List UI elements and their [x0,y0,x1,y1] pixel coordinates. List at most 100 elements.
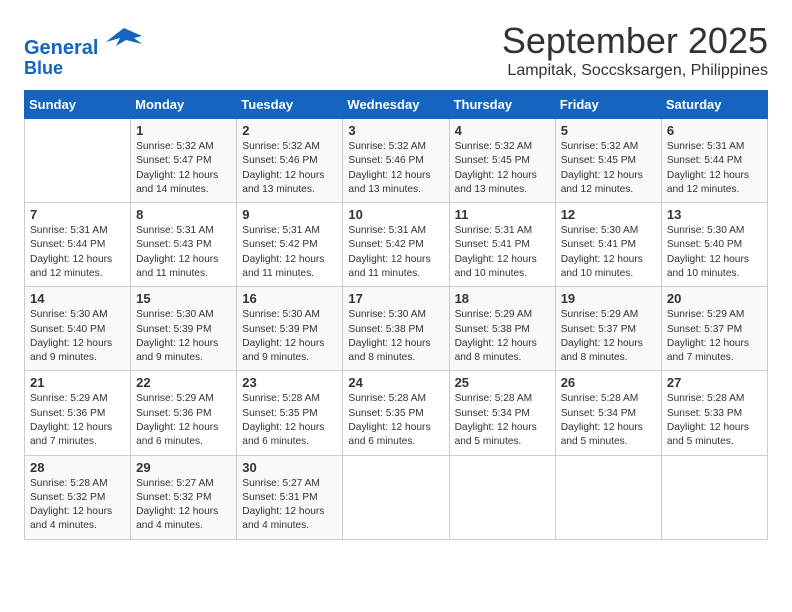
calendar-week-row: 14 Sunrise: 5:30 AMSunset: 5:40 PMDayligh… [25,287,768,371]
cell-details: Sunrise: 5:31 AMSunset: 5:43 PMDaylight:… [136,225,218,279]
calendar-cell: 12 Sunrise: 5:30 AMSunset: 5:41 PMDayligh… [555,203,661,287]
cell-details: Sunrise: 5:28 AMSunset: 5:32 PMDaylight:… [30,478,112,532]
day-number: 7 [30,207,125,222]
calendar-cell: 7 Sunrise: 5:31 AMSunset: 5:44 PMDaylight… [25,203,131,287]
weekday-header: Sunday [25,91,131,119]
day-number: 15 [136,291,231,306]
calendar-cell: 21 Sunrise: 5:29 AMSunset: 5:36 PMDayligh… [25,371,131,455]
day-number: 18 [455,291,550,306]
day-number: 8 [136,207,231,222]
calendar-cell: 15Sunrise: 5:30 AMSunset: 5:39 PMDayligh… [131,287,237,371]
day-number: 3 [348,123,443,138]
calendar-cell: 26Sunrise: 5:28 AMSunset: 5:34 PMDayligh… [555,371,661,455]
calendar-cell [25,119,131,203]
day-number: 13 [667,207,762,222]
calendar-cell: 22 Sunrise: 5:29 AMSunset: 5:36 PMDayligh… [131,371,237,455]
calendar-week-row: 1 Sunrise: 5:32 AMSunset: 5:47 PMDaylight… [25,119,768,203]
logo-blue-text: Blue [24,59,142,79]
cell-details: Sunrise: 5:31 AMSunset: 5:42 PMDaylight:… [348,225,430,279]
cell-details: Sunrise: 5:31 AMSunset: 5:44 PMDaylight:… [667,141,749,195]
weekday-header: Thursday [449,91,555,119]
weekday-header: Saturday [661,91,767,119]
calendar-cell: 5Sunrise: 5:32 AMSunset: 5:45 PMDaylight… [555,119,661,203]
calendar-cell: 1 Sunrise: 5:32 AMSunset: 5:47 PMDaylight… [131,119,237,203]
calendar-cell: 16 Sunrise: 5:30 AMSunset: 5:39 PMDayligh… [237,287,343,371]
cell-details: Sunrise: 5:30 AMSunset: 5:38 PMDaylight:… [348,309,430,363]
cell-details: Sunrise: 5:27 AMSunset: 5:31 PMDaylight:… [242,478,324,532]
day-number: 14 [30,291,125,306]
cell-details: Sunrise: 5:31 AMSunset: 5:42 PMDaylight:… [242,225,324,279]
cell-details: Sunrise: 5:29 AMSunset: 5:36 PMDaylight:… [30,393,112,447]
calendar-cell: 11Sunrise: 5:31 AMSunset: 5:41 PMDayligh… [449,203,555,287]
day-number: 20 [667,291,762,306]
cell-details: Sunrise: 5:30 AMSunset: 5:41 PMDaylight:… [561,225,643,279]
cell-details: Sunrise: 5:28 AMSunset: 5:35 PMDaylight:… [242,393,324,447]
calendar-week-row: 7 Sunrise: 5:31 AMSunset: 5:44 PMDaylight… [25,203,768,287]
logo-text: General [24,24,142,59]
day-number: 11 [455,207,550,222]
calendar-cell: 8 Sunrise: 5:31 AMSunset: 5:43 PMDaylight… [131,203,237,287]
cell-details: Sunrise: 5:28 AMSunset: 5:35 PMDaylight:… [348,393,430,447]
cell-details: Sunrise: 5:30 AMSunset: 5:39 PMDaylight:… [242,309,324,363]
cell-details: Sunrise: 5:32 AMSunset: 5:46 PMDaylight:… [348,141,430,195]
calendar-cell: 20 Sunrise: 5:29 AMSunset: 5:37 PMDayligh… [661,287,767,371]
calendar-cell [661,455,767,539]
day-number: 24 [348,375,443,390]
calendar-header: SundayMondayTuesdayWednesdayThursdayFrid… [25,91,768,119]
cell-details: Sunrise: 5:29 AMSunset: 5:36 PMDaylight:… [136,393,218,447]
calendar-cell: 28 Sunrise: 5:28 AMSunset: 5:32 PMDayligh… [25,455,131,539]
day-number: 22 [136,375,231,390]
day-number: 23 [242,375,337,390]
day-number: 10 [348,207,443,222]
day-number: 29 [136,460,231,475]
cell-details: Sunrise: 5:30 AMSunset: 5:40 PMDaylight:… [667,225,749,279]
logo: General Blue [24,24,142,79]
day-number: 30 [242,460,337,475]
calendar-week-row: 28 Sunrise: 5:28 AMSunset: 5:32 PMDayligh… [25,455,768,539]
cell-details: Sunrise: 5:28 AMSunset: 5:34 PMDaylight:… [561,393,643,447]
cell-details: Sunrise: 5:29 AMSunset: 5:37 PMDaylight:… [561,309,643,363]
day-number: 5 [561,123,656,138]
calendar-cell [343,455,449,539]
calendar-cell: 4Sunrise: 5:32 AMSunset: 5:45 PMDaylight… [449,119,555,203]
weekday-header: Tuesday [237,91,343,119]
calendar-cell: 17Sunrise: 5:30 AMSunset: 5:38 PMDayligh… [343,287,449,371]
page-header: General Blue September 2025 Lampitak, So… [24,20,768,80]
calendar-cell: 25Sunrise: 5:28 AMSunset: 5:34 PMDayligh… [449,371,555,455]
calendar-cell: 9 Sunrise: 5:31 AMSunset: 5:42 PMDaylight… [237,203,343,287]
day-number: 19 [561,291,656,306]
cell-details: Sunrise: 5:27 AMSunset: 5:32 PMDaylight:… [136,478,218,532]
day-number: 12 [561,207,656,222]
calendar-cell: 18 Sunrise: 5:29 AMSunset: 5:38 PMDayligh… [449,287,555,371]
day-number: 6 [667,123,762,138]
location-title: Lampitak, Soccsksargen, Philippines [502,62,768,80]
weekday-header: Wednesday [343,91,449,119]
calendar-cell [555,455,661,539]
day-number: 21 [30,375,125,390]
cell-details: Sunrise: 5:31 AMSunset: 5:44 PMDaylight:… [30,225,112,279]
calendar-cell: 30 Sunrise: 5:27 AMSunset: 5:31 PMDayligh… [237,455,343,539]
day-number: 16 [242,291,337,306]
cell-details: Sunrise: 5:28 AMSunset: 5:34 PMDaylight:… [455,393,537,447]
calendar-table: SundayMondayTuesdayWednesdayThursdayFrid… [24,90,768,540]
calendar-cell [449,455,555,539]
calendar-cell: 6 Sunrise: 5:31 AMSunset: 5:44 PMDaylight… [661,119,767,203]
day-number: 28 [30,460,125,475]
cell-details: Sunrise: 5:30 AMSunset: 5:40 PMDaylight:… [30,309,112,363]
month-title: September 2025 [502,20,768,62]
weekday-header: Friday [555,91,661,119]
calendar-cell: 14 Sunrise: 5:30 AMSunset: 5:40 PMDayligh… [25,287,131,371]
weekday-header: Monday [131,91,237,119]
calendar-cell: 3 Sunrise: 5:32 AMSunset: 5:46 PMDaylight… [343,119,449,203]
day-number: 1 [136,123,231,138]
day-number: 9 [242,207,337,222]
cell-details: Sunrise: 5:28 AMSunset: 5:33 PMDaylight:… [667,393,749,447]
cell-details: Sunrise: 5:32 AMSunset: 5:45 PMDaylight:… [455,141,537,195]
title-area: September 2025 Lampitak, Soccsksargen, P… [502,20,768,80]
cell-details: Sunrise: 5:32 AMSunset: 5:47 PMDaylight:… [136,141,218,195]
calendar-week-row: 21 Sunrise: 5:29 AMSunset: 5:36 PMDayligh… [25,371,768,455]
cell-details: Sunrise: 5:29 AMSunset: 5:38 PMDaylight:… [455,309,537,363]
cell-details: Sunrise: 5:29 AMSunset: 5:37 PMDaylight:… [667,309,749,363]
calendar-cell: 10 Sunrise: 5:31 AMSunset: 5:42 PMDayligh… [343,203,449,287]
logo-bird-icon [106,24,142,54]
